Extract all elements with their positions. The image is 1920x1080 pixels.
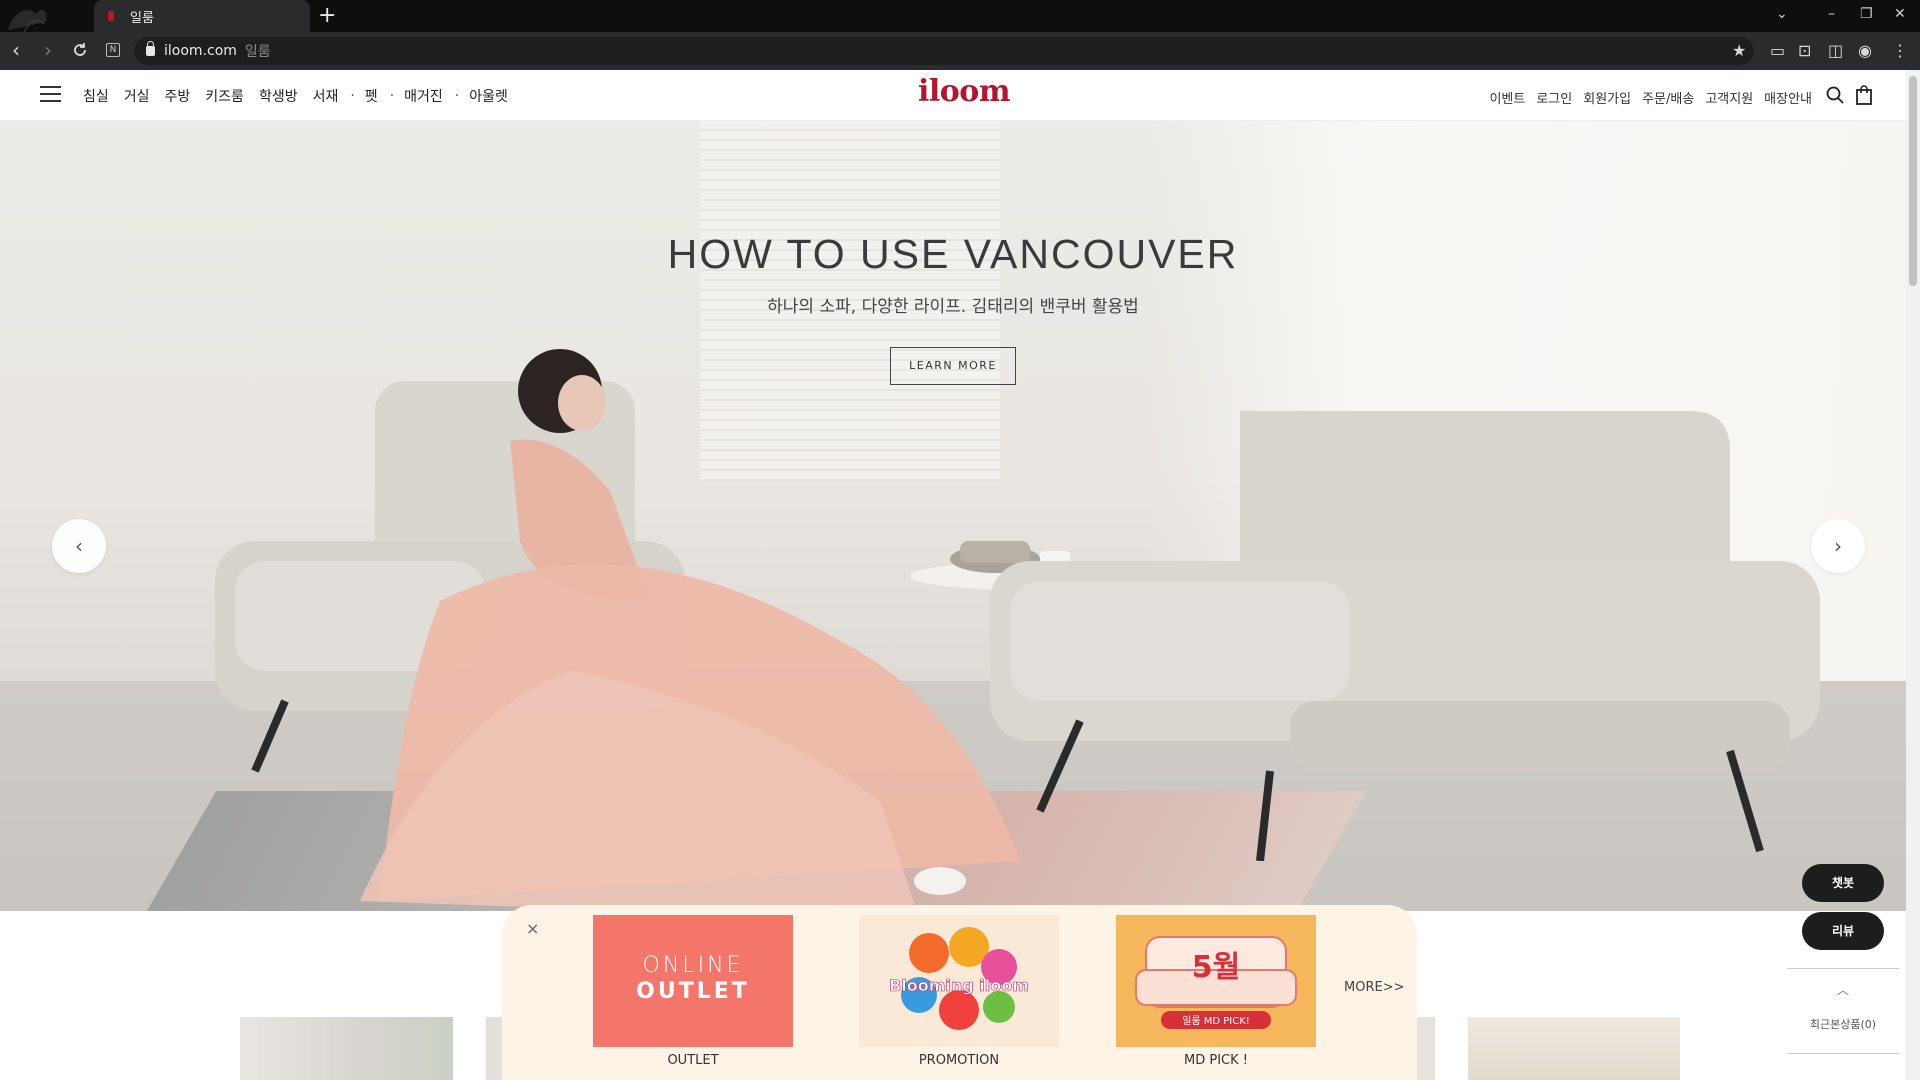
minimize-button[interactable]: – <box>1828 6 1835 22</box>
browser-tab-active[interactable]: 일룸 <box>94 0 310 32</box>
hero-banner[interactable]: HOW TO USE VANCOUVER 하나의 소파, 다양한 라이프. 김태… <box>0 121 1906 911</box>
side-panel-icon[interactable]: ◫ <box>1828 41 1843 60</box>
chatbot-button[interactable]: 챗봇 <box>1802 864 1884 902</box>
url-host: iloom.com <box>164 43 237 59</box>
hero-subtitle: 하나의 소파, 다양한 라이프. 김태리의 밴쿠버 활용법 <box>767 297 1139 317</box>
carousel-next-button[interactable]: › <box>1811 519 1865 573</box>
promo-label-md-pick[interactable]: MD PICK ! <box>1116 1053 1316 1068</box>
nav-item-living[interactable]: 거실 <box>124 86 150 106</box>
nav-separator: · <box>350 88 355 104</box>
nav-item-kids[interactable]: 키즈룸 <box>205 86 244 106</box>
nav-item-kitchen[interactable]: 주방 <box>165 86 191 106</box>
promotion-card-text: Blooming iloom <box>889 976 1029 995</box>
nav-item-student[interactable]: 학생방 <box>259 86 298 106</box>
model-pink-dress-illustration <box>360 349 1020 911</box>
close-icon[interactable]: × <box>526 919 539 938</box>
util-support[interactable]: 고객지원 <box>1705 88 1753 107</box>
util-signup[interactable]: 회원가입 <box>1583 88 1631 107</box>
blooming-flowers-icon: Blooming iloom <box>889 927 1029 1030</box>
new-tab-button[interactable]: + <box>318 3 336 29</box>
browser-menu-icon[interactable]: ⋮ <box>1892 41 1908 60</box>
tab-strip-art-icon <box>8 9 47 32</box>
lock-icon <box>146 41 155 56</box>
util-login[interactable]: 로그인 <box>1536 88 1572 107</box>
product-thumbnail[interactable] <box>240 1017 453 1080</box>
url-page-title: 일룸 <box>244 44 271 60</box>
promo-more-link[interactable]: MORE>> <box>1344 980 1404 995</box>
tab-title: 일룸 <box>130 10 154 26</box>
util-event[interactable]: 이벤트 <box>1489 88 1525 107</box>
promo-card-outlet[interactable]: ONLINE OUTLET <box>593 915 793 1047</box>
address-bar[interactable]: iloom.com 일룸 <box>134 37 1754 65</box>
forward-button[interactable]: › <box>44 40 52 60</box>
hamburger-menu-icon[interactable] <box>40 86 61 103</box>
promo-card-md-pick[interactable]: 5월 일룸 MD PICK! <box>1116 915 1316 1047</box>
reload-icon[interactable] <box>72 42 88 58</box>
shopping-bag-icon[interactable] <box>1856 85 1872 105</box>
browser-tabbar: 일룸 + ⌄ – ❐ ✕ <box>0 0 1920 32</box>
cast-icon[interactable]: ▭ <box>1770 41 1785 60</box>
recent-products-label: 최근본상품(0) <box>1809 1018 1877 1031</box>
carousel-prev-button[interactable]: ‹ <box>52 519 106 573</box>
md-pick-sofa-icon: 5월 일룸 MD PICK! <box>1135 936 1297 1029</box>
profile-icon[interactable]: ◉ <box>1858 41 1872 60</box>
util-orders[interactable]: 주문/배송 <box>1642 88 1694 107</box>
tab-search-chevron-icon[interactable]: ⌄ <box>1776 6 1788 22</box>
hero-title: HOW TO USE VANCOUVER <box>667 231 1239 277</box>
product-thumbnail[interactable] <box>1468 1017 1680 1080</box>
promo-label-outlet[interactable]: OUTLET <box>593 1053 793 1068</box>
md-pick-tag: 일룸 MD PICK! <box>1182 1015 1250 1027</box>
nav-item-pet[interactable]: 펫 <box>365 86 378 106</box>
nav-item-study[interactable]: 서재 <box>313 86 339 106</box>
naver-extension-icon[interactable]: N <box>106 43 120 57</box>
outlet-card-line1: ONLINE <box>642 953 744 978</box>
site-header: 침실 거실 주방 키즈룸 학생방 서재 · 펫 · 매거진 · 아울렛 iloo… <box>0 70 1906 121</box>
scrollbar-thumb[interactable] <box>1909 76 1917 286</box>
outlet-card-line2: OUTLET <box>636 979 750 1004</box>
recent-products-panel[interactable]: ︿ 최근본상품(0) <box>1787 968 1899 1054</box>
right-sofa-illustration <box>990 411 1820 861</box>
chevron-up-icon[interactable]: ︿ <box>1787 981 1899 998</box>
main-nav: 침실 거실 주방 키즈룸 학생방 서재 · 펫 · 매거진 · 아울렛 <box>83 86 523 106</box>
promo-card-promotion[interactable]: Blooming iloom <box>859 915 1059 1047</box>
promo-label-promotion[interactable]: PROMOTION <box>859 1053 1059 1068</box>
screenshot-icon[interactable]: ⊡ <box>1798 41 1811 60</box>
nav-separator: · <box>389 88 395 104</box>
util-stores[interactable]: 매장안내 <box>1764 88 1812 107</box>
hero-copy: HOW TO USE VANCOUVER 하나의 소파, 다양한 라이프. 김태… <box>0 231 1906 385</box>
page-scrollbar[interactable] <box>1906 70 1920 1080</box>
browser-toolbar: ‹ › N iloom.com 일룸 ★ ▭ ⊡ ◫ ◉ ⋮ <box>0 32 1920 70</box>
promo-popup: × ONLINE OUTLET OUTLET Blooming iloom PR… <box>502 905 1417 1080</box>
nav-item-outlet[interactable]: 아울렛 <box>469 86 508 106</box>
bookmark-star-icon[interactable]: ★ <box>1732 41 1746 60</box>
back-button[interactable]: ‹ <box>12 40 20 60</box>
review-button[interactable]: 리뷰 <box>1802 912 1884 950</box>
site-logo[interactable]: iloom <box>918 74 1011 109</box>
tab-favicon-icon <box>108 11 114 21</box>
nav-item-magazine[interactable]: 매거진 <box>404 86 443 106</box>
nav-separator: · <box>454 88 460 104</box>
nav-item-bedroom[interactable]: 침실 <box>83 86 109 106</box>
md-pick-month: 5월 <box>1192 950 1240 985</box>
restore-button[interactable]: ❐ <box>1860 6 1873 22</box>
search-icon[interactable] <box>1826 86 1844 104</box>
close-window-button[interactable]: ✕ <box>1894 6 1906 22</box>
learn-more-button[interactable]: LEARN MORE <box>890 347 1016 385</box>
utility-nav: 이벤트 로그인 회원가입 주문/배송 고객지원 매장안내 <box>1478 88 1812 107</box>
